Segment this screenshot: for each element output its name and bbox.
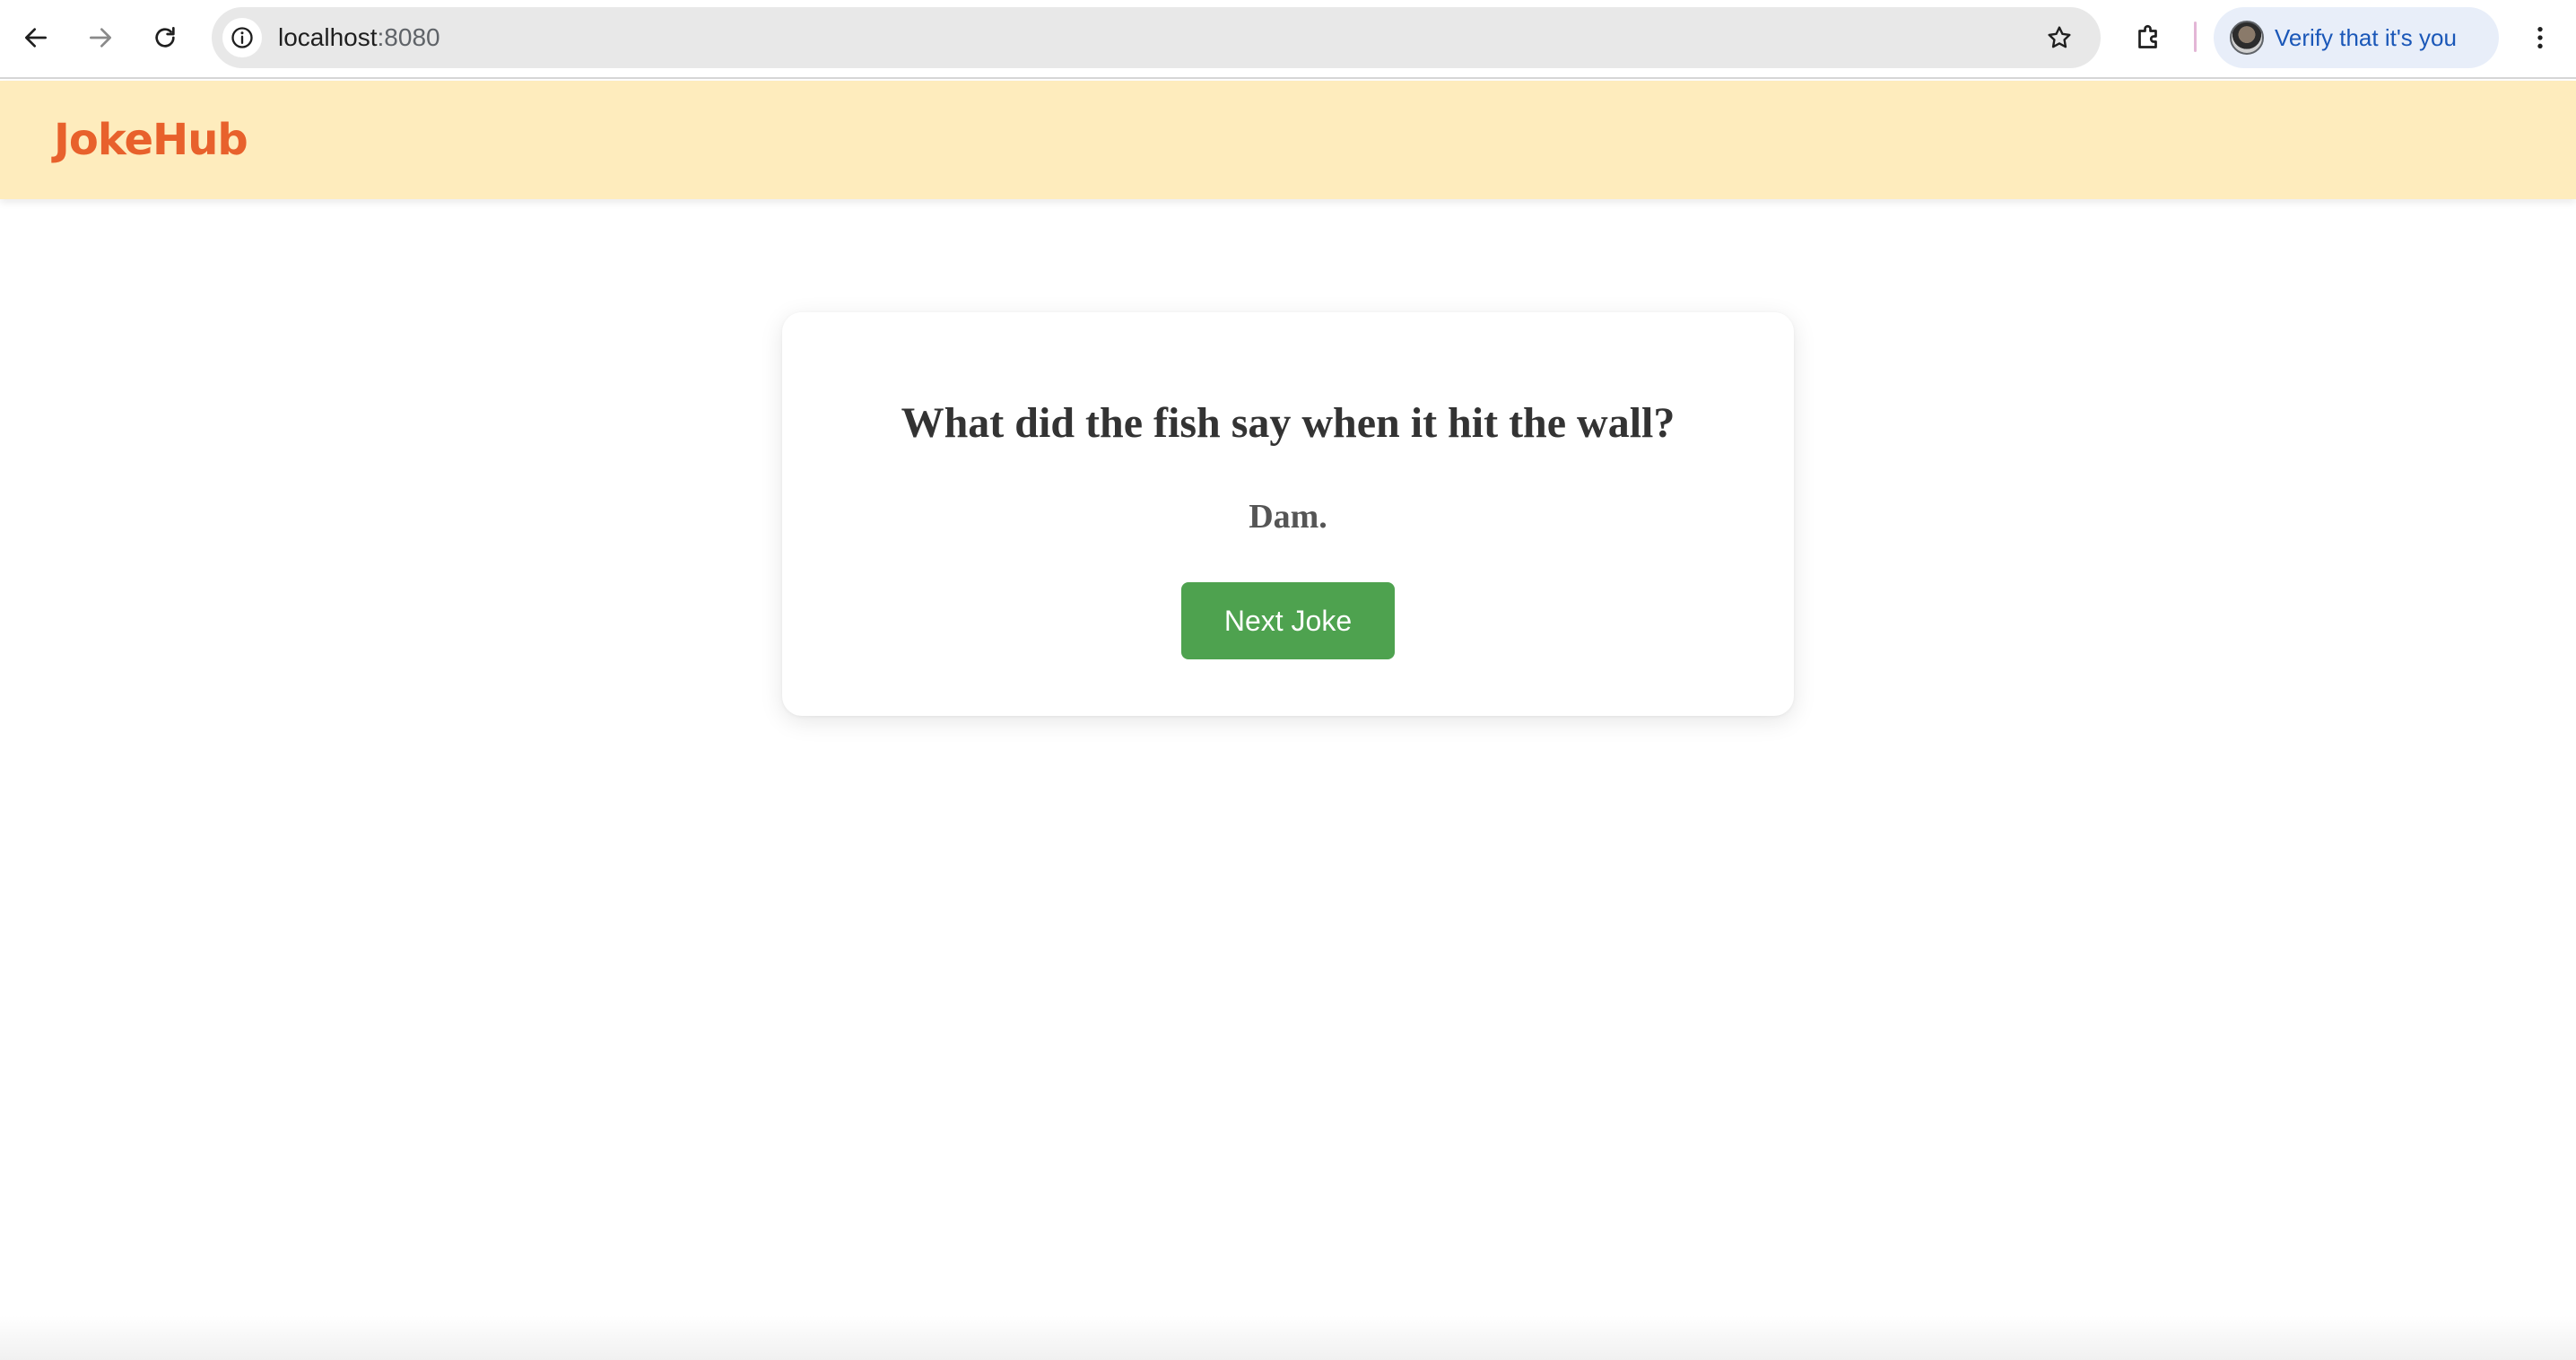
address-bar[interactable]: localhost:8080: [212, 7, 2101, 68]
url-text[interactable]: localhost:8080: [278, 7, 440, 68]
extensions-button[interactable]: [2124, 13, 2174, 63]
browser-menu-button[interactable]: [2522, 13, 2558, 63]
next-joke-button[interactable]: Next Joke: [1181, 582, 1395, 659]
url-host: localhost: [278, 23, 378, 51]
info-icon: [231, 27, 253, 48]
back-button[interactable]: [11, 13, 61, 63]
reload-button[interactable]: [140, 13, 190, 63]
joke-card: What did the fish say when it hit the wa…: [782, 312, 1794, 716]
avatar: [2230, 21, 2264, 55]
arrow-right-icon: [90, 28, 111, 48]
url-port: :8080: [377, 23, 440, 51]
browser-toolbar: localhost:8080 Verify that it's you: [0, 0, 2576, 79]
toolbar-divider: [2194, 22, 2197, 52]
star-icon: [2048, 26, 2071, 48]
verify-label: Verify that it's you: [2275, 23, 2457, 51]
site-header: JokeHub: [0, 81, 2576, 199]
site-logo[interactable]: JokeHub: [54, 81, 248, 199]
site-info-button[interactable]: [222, 18, 262, 57]
arrow-left-icon: [25, 28, 47, 48]
puzzle-icon: [2138, 24, 2157, 48]
page-bottom-edge: [0, 1315, 2576, 1360]
verify-identity-chip[interactable]: Verify that it's you: [2214, 7, 2499, 68]
joke-punchline: Dam.: [1249, 498, 1327, 536]
bookmark-button[interactable]: [2041, 20, 2077, 56]
kebab-menu-icon: [2537, 27, 2543, 48]
reload-icon: [155, 27, 175, 48]
joke-setup: What did the fish say when it hit the wa…: [901, 399, 1675, 447]
forward-button[interactable]: [75, 13, 126, 63]
